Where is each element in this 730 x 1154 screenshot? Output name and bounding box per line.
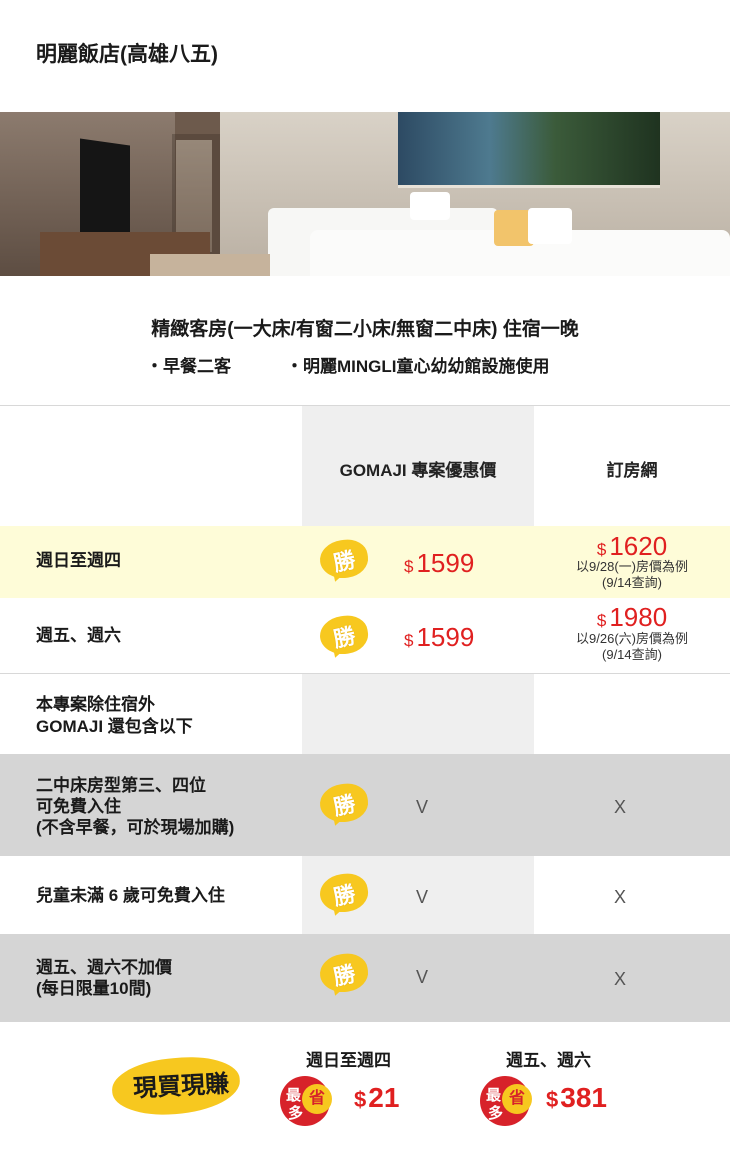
savings-label-weekend: 週五、週六: [506, 1051, 591, 1070]
booking-price-note: 以9/28(一)房價為例: [576, 559, 688, 574]
table-row: 週五、週六不加價 (每日限量10間) 勝 V X: [0, 934, 730, 1022]
save-badge-icon: 最 多 省: [480, 1076, 536, 1128]
gomaji-check: V: [416, 887, 429, 907]
savings-amount-weekend: $381: [546, 1082, 607, 1113]
savings-banner: 現買現賺: [110, 1050, 252, 1122]
booking-cross: X: [614, 969, 627, 989]
column-header-gomaji: GOMAJI 專案優惠價: [339, 461, 497, 480]
feature-label: 可免費入住: [36, 797, 121, 816]
win-badge-icon: 勝: [317, 612, 371, 660]
feature-label: (不含早餐，可於現場加購): [36, 818, 235, 837]
feature-label: 二中床房型第三、四位: [36, 776, 206, 795]
booking-price: $1980: [596, 602, 668, 632]
win-badge-icon: 勝: [317, 950, 371, 998]
includes-header-line1: 本專案除住宿外: [36, 695, 155, 714]
feature-label: 兒童未滿 6 歲可免費入住: [36, 886, 225, 905]
includes-header-line2: GOMAJI 還包含以下: [36, 717, 193, 736]
table-row: 週日至週四 勝 $1599 $1620 以9/28(一)房價為例 (9/14查詢…: [0, 526, 730, 598]
booking-query-date: (9/14查詢): [602, 575, 662, 590]
offer-title: 精緻客房(一大床/有窗二小床/無窗二中床) 住宿一晚: [151, 319, 579, 340]
save-badge-icon: 最 多 省: [280, 1076, 336, 1128]
hotel-title: 明麗飯店(高雄八五): [36, 43, 218, 66]
booking-cross: X: [614, 797, 627, 817]
win-badge-icon: 勝: [317, 536, 371, 584]
feature-label: 週五、週六不加價: [36, 958, 172, 977]
bullet-kids-facility: ・明麗MINGLI童心幼幼館設施使用: [286, 357, 550, 376]
savings-banner-text: 現買現賺: [132, 1070, 230, 1103]
row-label-weekend: 週五、週六: [36, 626, 121, 645]
booking-price-note: 以9/26(六)房價為例: [576, 631, 688, 646]
gomaji-check: V: [416, 797, 429, 817]
gomaji-price: $1599: [404, 548, 475, 578]
bullet-breakfast: ・早餐二客: [146, 357, 231, 376]
savings-amount-weekday: $21: [354, 1082, 400, 1113]
booking-cross: X: [614, 887, 627, 907]
table-row: 二中床房型第三、四位 可免費入住 (不含早餐，可於現場加購) 勝 V X: [0, 754, 730, 856]
table-row: 週五、週六 勝 $1599 $1980 以9/26(六)房價為例 (9/14查詢…: [0, 598, 730, 674]
feature-label: (每日限量10間): [36, 979, 152, 998]
booking-query-date: (9/14查詢): [602, 647, 662, 662]
table-row: 本專案除住宿外 GOMAJI 還包含以下: [0, 674, 730, 754]
table-row: 兒童未滿 6 歲可免費入住 勝 V X: [0, 856, 730, 934]
win-badge-icon: 勝: [317, 780, 371, 828]
column-header-booking: 訂房網: [606, 461, 658, 480]
booking-price: $1620: [596, 531, 668, 561]
gomaji-column-cell: [302, 674, 534, 754]
savings-label-weekday: 週日至週四: [306, 1051, 391, 1070]
hotel-room-photo: [0, 112, 730, 276]
gomaji-check: V: [416, 967, 429, 987]
gomaji-price: $1599: [404, 622, 475, 652]
win-badge-icon: 勝: [317, 870, 371, 918]
row-label-weekday: 週日至週四: [36, 551, 121, 570]
